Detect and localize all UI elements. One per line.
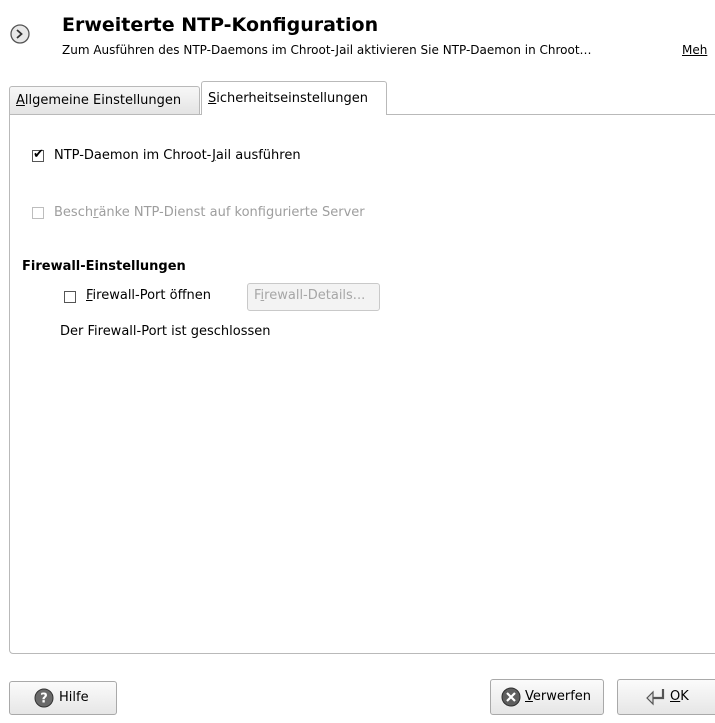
clock-settings-icon	[10, 24, 30, 44]
firewall-settings-heading: Firewall-Einstellungen	[22, 259, 186, 274]
firewall-details-button[interactable]: Firewall-Details...	[247, 283, 380, 311]
checkmark-icon: ✔	[33, 147, 44, 162]
restrict-server-checkbox-label: Beschränke NTP-Dienst auf konfigurierte …	[54, 205, 365, 220]
restrict-server-checkbox[interactable]	[32, 207, 44, 219]
help-button[interactable]: ? Hilfe	[9, 681, 117, 715]
firewall-status-text: Der Firewall-Port ist geschlossen	[60, 324, 271, 339]
discard-icon	[501, 687, 521, 707]
tab-security-settings[interactable]: Sicherheitseinstellungen	[201, 81, 387, 115]
svg-text:?: ?	[40, 692, 48, 707]
discard-button[interactable]: Verwerfen	[490, 679, 604, 715]
help-icon: ?	[34, 688, 54, 708]
firewall-open-port-checkbox[interactable]	[64, 291, 76, 303]
page-title: Erweiterte NTP-Konfiguration	[62, 14, 379, 36]
page-subtitle: Zum Ausführen des NTP-Daemons im Chroot-…	[62, 43, 592, 57]
chroot-checkbox-label[interactable]: NTP-Daemon im Chroot-Jail ausführen	[54, 148, 301, 163]
chroot-checkbox[interactable]: ✔	[32, 147, 44, 162]
tab-panel	[9, 114, 715, 654]
more-link[interactable]: Meh	[682, 43, 707, 57]
ok-button[interactable]: OK	[617, 679, 715, 715]
tab-general-settings[interactable]: Allgemeine Einstellungen	[9, 86, 200, 114]
firewall-open-port-label[interactable]: Firewall-Port öffnen	[86, 288, 211, 303]
return-arrow-icon	[646, 689, 665, 706]
